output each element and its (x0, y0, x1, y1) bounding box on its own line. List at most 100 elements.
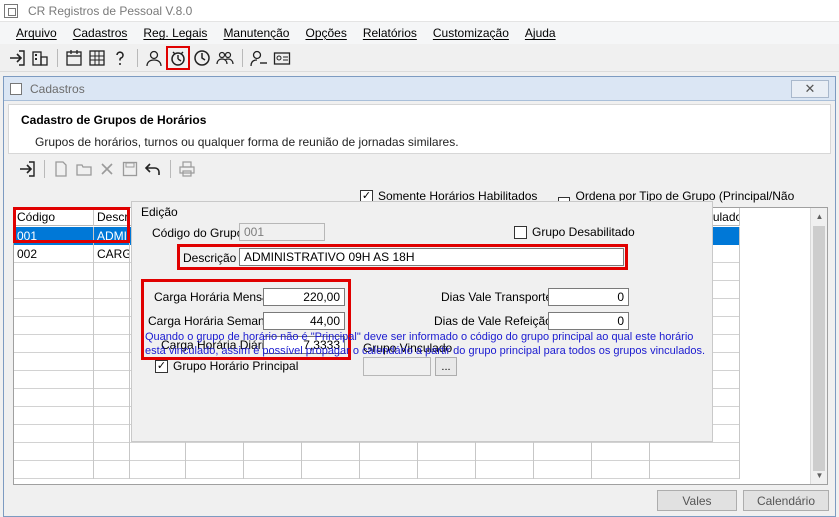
print-icon[interactable] (176, 158, 198, 180)
page-subtitle: Grupos de horários, turnos ou qualquer f… (35, 135, 459, 149)
table-row[interactable] (14, 443, 740, 461)
table-cell (94, 317, 130, 335)
edit-legend: Edição (141, 205, 178, 219)
group-icon[interactable] (214, 47, 236, 69)
scroll-thumb[interactable] (813, 226, 825, 471)
calendar-icon[interactable] (63, 47, 85, 69)
toolbar-separator (44, 160, 45, 178)
table-cell (186, 443, 244, 461)
table-cell (186, 461, 244, 479)
vinculado-field[interactable] (363, 357, 431, 376)
table-cell: CARG (94, 245, 130, 263)
calendario-button[interactable]: Calendário (743, 490, 829, 511)
new-doc-icon[interactable] (50, 158, 72, 180)
principal-checkbox[interactable]: ✓ (155, 359, 168, 373)
table-cell (94, 461, 130, 479)
table-cell (650, 461, 740, 479)
table-cell (14, 299, 94, 317)
app-titlebar: CR Registros de Pessoal V.8.0 (0, 0, 839, 22)
table-cell (94, 389, 130, 407)
table-cell (94, 371, 130, 389)
table-cell (14, 281, 94, 299)
vale-refeicao-field[interactable]: 0 (548, 312, 629, 330)
vale-refeicao-label: Dias de Vale Refeição (434, 314, 552, 328)
building-icon[interactable] (29, 47, 51, 69)
close-button[interactable]: ✕ (791, 80, 829, 98)
table-cell (418, 461, 476, 479)
browse-button[interactable]: ... (435, 357, 457, 376)
menu-ajuda[interactable]: Ajuda (517, 26, 564, 40)
table-cell (534, 443, 592, 461)
timer-icon[interactable] (166, 45, 190, 70)
person-key-icon[interactable] (248, 47, 270, 69)
table-cell (14, 353, 94, 371)
table-cell (592, 443, 650, 461)
table-cell (14, 407, 94, 425)
desabilitado-checkbox[interactable] (514, 225, 527, 239)
menu-relatorios[interactable]: Relatórios (355, 26, 425, 40)
table-cell (94, 281, 130, 299)
menu-arquivo[interactable]: Arquivo (8, 26, 65, 40)
menu-cadastros[interactable]: Cadastros (65, 26, 136, 40)
table-cell (130, 443, 186, 461)
menu-reg-legais[interactable]: Reg. Legais (135, 26, 215, 40)
desabilitado-option[interactable]: Grupo Desabilitado (514, 225, 635, 239)
info-text: Quando o grupo de horário não é "Princip… (145, 331, 706, 357)
highlight-box (177, 244, 628, 270)
main-toolbar (0, 44, 839, 72)
exit-icon[interactable] (16, 158, 38, 180)
table-cell (418, 443, 476, 461)
help-icon[interactable] (109, 47, 131, 69)
table-cell (94, 425, 130, 443)
vale-transporte-label: Dias Vale Transporte (441, 290, 553, 304)
table-cell (244, 461, 302, 479)
exit-icon[interactable] (6, 47, 28, 69)
person-icon[interactable] (143, 47, 165, 69)
table-cell (534, 461, 592, 479)
table-cell: 002 (14, 245, 94, 263)
highlight-box (13, 207, 130, 243)
menu-manutencao[interactable]: Manutenção (215, 26, 297, 40)
save-icon[interactable] (119, 158, 141, 180)
codigo-field[interactable]: 001 (239, 223, 325, 241)
table-cell (476, 461, 534, 479)
header-panel: Cadastro de Grupos de Horários Grupos de… (8, 104, 831, 154)
table-cell (14, 425, 94, 443)
table-cell (14, 263, 94, 281)
table-cell (360, 443, 418, 461)
clock-icon[interactable] (191, 47, 213, 69)
table-cell (244, 443, 302, 461)
menu-customizacao[interactable]: Customização (425, 26, 517, 40)
id-card-icon[interactable] (271, 47, 293, 69)
undo-icon[interactable] (142, 158, 164, 180)
window-icon (10, 82, 22, 95)
delete-icon[interactable] (96, 158, 118, 180)
vales-button[interactable]: Vales (657, 490, 737, 511)
table-cell (14, 335, 94, 353)
scroll-down-icon[interactable]: ▼ (811, 467, 827, 484)
menubar: Arquivo Cadastros Reg. Legais Manutenção… (0, 22, 839, 44)
vale-transporte-field[interactable]: 0 (548, 288, 629, 306)
table-cell (14, 371, 94, 389)
table-cell (14, 461, 94, 479)
toolbar-separator (170, 160, 171, 178)
grid-icon[interactable] (86, 47, 108, 69)
table-cell (476, 443, 534, 461)
table-cell (14, 317, 94, 335)
table-cell (14, 443, 94, 461)
table-cell (14, 389, 94, 407)
child-title: Cadastros (30, 81, 85, 96)
table-row[interactable] (14, 461, 740, 479)
edit-panel: Edição Código do Grupo 001 Grupo Desabil… (131, 201, 713, 442)
app-icon (4, 3, 18, 18)
table-cell (360, 461, 418, 479)
principal-option[interactable]: ✓ Grupo Horário Principal (155, 359, 298, 373)
toolbar-separator (242, 48, 243, 67)
scroll-up-icon[interactable]: ▲ (811, 208, 827, 225)
table-cell (94, 263, 130, 281)
table-cell (302, 461, 360, 479)
menu-opcoes[interactable]: Opções (297, 26, 354, 40)
child-titlebar: Cadastros (4, 77, 835, 101)
open-folder-icon[interactable] (73, 158, 95, 180)
grid-scrollbar[interactable]: ▲ ▼ (810, 208, 827, 484)
